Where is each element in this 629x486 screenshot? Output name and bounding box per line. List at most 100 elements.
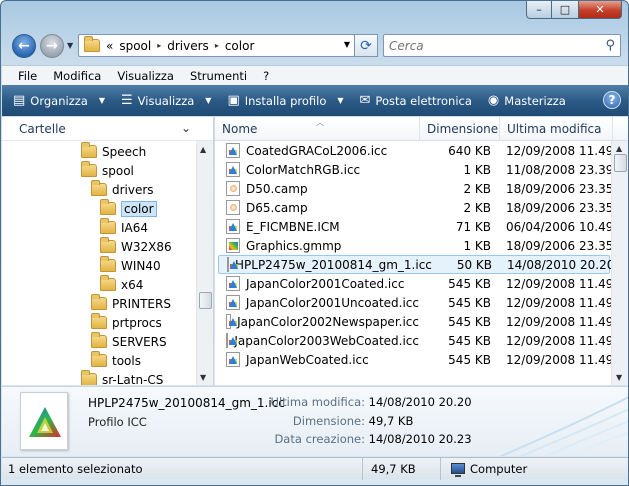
breadcrumb-drivers[interactable]: drivers bbox=[167, 39, 209, 53]
chevron-down-icon[interactable]: ⌄ bbox=[181, 121, 191, 135]
folder-tree-item[interactable]: spool bbox=[81, 161, 134, 180]
maximize-button[interactable]: □ bbox=[552, 1, 578, 19]
folder-tree-item[interactable]: SERVERS bbox=[91, 332, 167, 351]
file-size: 545 KB bbox=[448, 295, 491, 310]
monitor-icon: ▣ bbox=[227, 93, 240, 108]
burn-button[interactable]: ◉ Masterizza bbox=[485, 93, 569, 108]
breadcrumb-color[interactable]: color bbox=[225, 39, 255, 53]
file-row[interactable]: JapanColor2002Newspaper.icc 545 KB 12/09/2… bbox=[218, 312, 613, 331]
scroll-down-icon[interactable]: ▼ bbox=[616, 373, 622, 382]
folder-tree-item[interactable]: W32X86 bbox=[100, 237, 172, 256]
folder-tree-label: IA64 bbox=[121, 220, 149, 235]
scroll-up-icon[interactable]: ▲ bbox=[200, 145, 206, 154]
breadcrumb-separator-icon[interactable]: ▸ bbox=[157, 41, 161, 50]
file-modified: 06/04/2006 10.49 bbox=[506, 219, 614, 234]
file-row[interactable]: E_FICMBNE.ICM 71 KB 06/04/2006 10.49 bbox=[218, 217, 614, 236]
file-row[interactable]: D50.camp 2 KB 18/09/2006 23.35 bbox=[218, 179, 613, 198]
folders-header-label: Cartelle bbox=[19, 121, 66, 136]
folder-tree-item[interactable]: IA64 bbox=[100, 218, 148, 237]
file-icc-icon bbox=[226, 352, 240, 367]
column-modified[interactable]: Ultima modifica bbox=[500, 117, 613, 141]
navigation-scrollbar[interactable]: ▲ ▼ bbox=[196, 141, 213, 385]
menu-help[interactable]: ? bbox=[263, 69, 269, 83]
address-bar[interactable]: « spool ▸ drivers ▸ color ▼ bbox=[78, 34, 355, 57]
file-icc-icon bbox=[226, 295, 240, 310]
column-headers: Nome Dimensione Ultima modifica ︿ bbox=[215, 117, 628, 141]
details-created-label: Data creazione: bbox=[274, 432, 365, 446]
command-bar: ▤ Organizza ▼ ☰ Visualizza ▼ ▣ Installa … bbox=[2, 85, 628, 116]
search-input[interactable] bbox=[389, 38, 599, 53]
refresh-button[interactable]: ⟳ bbox=[354, 34, 378, 57]
folder-tree-label: prtprocs bbox=[112, 315, 162, 330]
file-name-cell: JapanWebCoated.icc bbox=[218, 352, 419, 367]
view-button[interactable]: ☰ Visualizza ▼ bbox=[118, 93, 214, 108]
navigation-pane: Cartelle ⌄ Speech spool drivers color IA64 W3… bbox=[2, 117, 214, 385]
computer-icon bbox=[451, 463, 465, 477]
column-size[interactable]: Dimensione bbox=[420, 117, 500, 141]
folder-icon bbox=[84, 36, 100, 52]
menu-view[interactable]: Visualizza bbox=[117, 69, 174, 83]
details-modified-value: 14/08/2010 20.20 bbox=[368, 395, 472, 409]
file-row[interactable]: D65.camp 2 KB 18/09/2006 23.35 bbox=[218, 198, 613, 217]
folder-tree-item[interactable]: tools bbox=[91, 351, 141, 370]
folder-tree-item[interactable]: sr-Latn-CS bbox=[81, 370, 163, 385]
file-row[interactable]: JapanColor2001Uncoated.icc 545 KB 12/09/20… bbox=[218, 293, 613, 312]
folder-icon bbox=[91, 332, 107, 348]
file-list-scrollbar[interactable]: ▲ ▼ bbox=[611, 141, 628, 385]
file-row[interactable]: JapanColor2001Coated.icc 545 KB 12/09/2008… bbox=[218, 274, 614, 293]
file-name: D50.camp bbox=[246, 181, 308, 196]
folder-tree-item[interactable]: Speech bbox=[81, 142, 146, 161]
address-overflow[interactable]: « bbox=[106, 39, 113, 53]
scroll-up-icon[interactable]: ▲ bbox=[616, 144, 622, 153]
folder-icon bbox=[81, 161, 97, 177]
file-modified: 12/09/2008 11.49 bbox=[506, 143, 614, 158]
breadcrumb-spool[interactable]: spool bbox=[119, 39, 151, 53]
menu-edit[interactable]: Modifica bbox=[53, 69, 101, 83]
scrollbar-thumb[interactable] bbox=[614, 154, 627, 172]
file-row[interactable]: JapanColor2003WebCoated.icc 545 KB 12/09/2… bbox=[218, 331, 613, 350]
file-row[interactable]: Graphics.gmmp 1 KB 18/09/2006 23.35 bbox=[218, 236, 613, 255]
folders-header[interactable]: Cartelle ⌄ bbox=[2, 117, 213, 141]
email-label: Posta elettronica bbox=[375, 93, 472, 108]
folder-tree-label: WIN40 bbox=[121, 258, 161, 273]
file-row[interactable]: CoatedGRACoL2006.icc 640 KB 12/09/2008 11.… bbox=[218, 141, 614, 160]
close-button[interactable]: ✕ bbox=[578, 1, 622, 19]
file-row[interactable]: JapanWebCoated.icc 545 KB 12/09/2008 11.49 bbox=[218, 350, 613, 369]
address-dropdown-icon[interactable]: ▼ bbox=[344, 40, 350, 49]
organize-button[interactable]: ▤ Organizza ▼ bbox=[10, 93, 108, 108]
folder-tree-item[interactable]: WIN40 bbox=[100, 256, 161, 275]
explorer-window: – □ ✕ ← → ▼ « spool ▸ drivers ▸ color ▼ … bbox=[0, 0, 629, 486]
menu-file[interactable]: File bbox=[18, 69, 37, 83]
status-bar: 1 elemento selezionato 49,7 KB Computer bbox=[2, 457, 628, 480]
folder-tree-item[interactable]: prtprocs bbox=[91, 313, 162, 332]
file-size: 640 KB bbox=[448, 143, 491, 158]
file-size: 2 KB bbox=[463, 200, 491, 215]
forward-button[interactable]: → bbox=[40, 34, 64, 58]
search-icon[interactable]: ⚲ bbox=[605, 38, 615, 53]
folder-tree-item[interactable]: drivers bbox=[91, 180, 154, 199]
file-name-cell: E_FICMBNE.ICM bbox=[218, 219, 419, 234]
email-button[interactable]: ✉ Posta elettronica bbox=[357, 93, 475, 108]
folder-tree-item[interactable]: PRINTERS bbox=[91, 294, 171, 313]
file-row[interactable]: ColorMatchRGB.icc 1 KB 11/08/2008 23.39 bbox=[218, 160, 613, 179]
help-button[interactable]: ? bbox=[603, 91, 621, 109]
scrollbar-thumb[interactable] bbox=[199, 292, 212, 309]
folder-tree-label: drivers bbox=[112, 182, 154, 197]
scroll-down-icon[interactable]: ▼ bbox=[200, 373, 206, 382]
search-box[interactable]: ⚲ bbox=[383, 34, 621, 57]
folder-tree-item[interactable]: color bbox=[100, 199, 157, 218]
minimize-button[interactable]: – bbox=[526, 1, 552, 19]
folder-icon bbox=[100, 256, 116, 272]
forward-arrow-icon: → bbox=[46, 38, 58, 54]
breadcrumb-separator-icon[interactable]: ▸ bbox=[215, 41, 219, 50]
file-icc-icon bbox=[227, 257, 238, 272]
recent-pages-dropdown[interactable]: ▼ bbox=[67, 41, 73, 50]
folder-tree-item[interactable]: x64 bbox=[100, 275, 143, 294]
menu-tools[interactable]: Strumenti bbox=[190, 69, 247, 83]
install-profile-button[interactable]: ▣ Installa profilo ▼ bbox=[224, 93, 346, 108]
file-row[interactable]: HPLP2475w_20100814_gm_1.icc 50 KB 14/08/20… bbox=[218, 255, 614, 274]
file-modified: 12/09/2008 11.49 bbox=[506, 276, 614, 291]
file-icc-icon bbox=[226, 333, 240, 348]
back-button[interactable]: ← bbox=[12, 34, 36, 58]
folder-tree-label: sr-Latn-CS bbox=[102, 372, 164, 386]
